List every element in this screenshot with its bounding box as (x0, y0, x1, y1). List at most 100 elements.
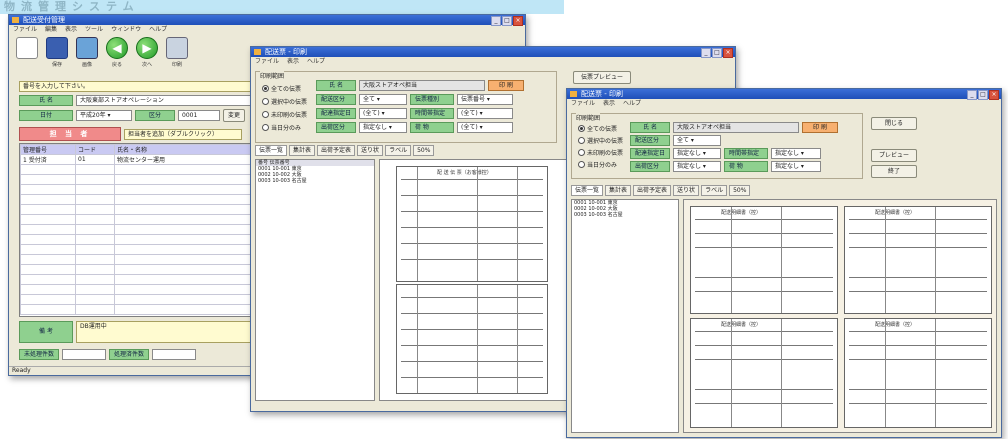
new-button[interactable]: 新規 (15, 37, 39, 69)
radio-all[interactable]: 全ての伝票 (578, 124, 623, 133)
main-window-titlebar[interactable]: 配送受付管理 _ □ × (9, 15, 525, 26)
w2-row2-select2[interactable]: 伝票番号 ▾ (457, 94, 513, 105)
table-row[interactable]: 1 受付済 01 物流センター運用 (20, 154, 252, 165)
table-row[interactable] (20, 284, 252, 295)
radio-today[interactable]: 当日分のみ (262, 123, 307, 132)
tab-schedule[interactable]: 出荷予定表 (633, 185, 672, 196)
menu-edit[interactable]: 編集 (45, 25, 57, 34)
w2-row2-select[interactable]: 全て ▾ (359, 94, 407, 105)
w3-close-button[interactable]: 閉じる (871, 117, 917, 130)
radio-selected[interactable]: 選択中の伝票 (578, 136, 623, 145)
menu-window[interactable]: ウィンドウ (111, 25, 141, 34)
zoom-select[interactable]: 50% (729, 185, 751, 196)
menu-file[interactable]: ファイル (255, 57, 279, 66)
print-window-1-titlebar[interactable]: 配送票 - 印刷 _ □ × (251, 47, 735, 58)
table-row[interactable] (20, 234, 252, 245)
radio-selected[interactable]: 選択中の伝票 (262, 97, 307, 106)
tab-invoice[interactable]: 送り状 (357, 145, 384, 156)
table-row[interactable] (20, 214, 252, 225)
back-button[interactable]: ◀ 戻る (105, 37, 129, 69)
w3-document-preview[interactable]: 配送明細書（控） 配送明細書（控） 配送明細書（控） 配送明細書（控） (683, 199, 997, 433)
table-row[interactable] (20, 204, 252, 215)
menu-view[interactable]: 表示 (603, 99, 615, 108)
menu-view[interactable]: 表示 (65, 25, 77, 34)
table-row[interactable] (20, 304, 252, 315)
table-row[interactable] (20, 294, 252, 305)
grid-header-code[interactable]: コード (75, 144, 115, 155)
w2-row3-select[interactable]: (全て) ▾ (359, 108, 407, 119)
table-row[interactable] (20, 224, 252, 235)
table-row[interactable] (20, 164, 252, 175)
menu-file[interactable]: ファイル (13, 25, 37, 34)
minimize-button[interactable]: _ (967, 90, 977, 100)
table-row[interactable] (20, 254, 252, 265)
table-row[interactable] (20, 264, 252, 275)
tab-label[interactable]: ラベル (385, 145, 412, 156)
w3-row3-select[interactable]: 指定なし ▾ (673, 148, 721, 159)
date-select[interactable]: 平成20年 ▾ (76, 110, 132, 121)
w3-row4-select[interactable]: 指定なし ▾ (673, 161, 721, 172)
radio-unprinted[interactable]: 未印刷の伝票 (578, 148, 623, 157)
menu-tools[interactable]: ツール (85, 25, 103, 34)
w3-row3-select2[interactable]: 指定なし ▾ (771, 148, 821, 159)
tab-list[interactable]: 伝票一覧 (255, 145, 288, 156)
list-item[interactable]: 0003 10-003 名古屋 (572, 212, 678, 218)
menu-help[interactable]: ヘルプ (149, 25, 167, 34)
w3-row2-select[interactable]: 全て ▾ (673, 135, 721, 146)
name-field[interactable]: 大阪東部ストアオペレーション (76, 95, 264, 106)
menu-help[interactable]: ヘルプ (307, 57, 325, 66)
table-row[interactable] (20, 184, 252, 195)
minimize-button[interactable]: _ (701, 48, 711, 58)
tab-summary[interactable]: 集計表 (289, 145, 316, 156)
w2-row3-select2[interactable]: (全て) ▾ (457, 108, 513, 119)
table-row[interactable] (20, 194, 252, 205)
maximize-button[interactable]: □ (978, 90, 988, 100)
grid-header-number[interactable]: 管理番号 (20, 144, 76, 155)
memo-field[interactable]: DB運用中 (76, 321, 254, 343)
w3-print-button[interactable]: 印 刷 (802, 122, 838, 133)
tab-label[interactable]: ラベル (701, 185, 728, 196)
w3-name-field[interactable]: 大阪ストアオペ担当 (673, 122, 799, 133)
print-window-2-titlebar[interactable]: 配送票 - 印刷 _ □ × (567, 89, 1001, 100)
w2-row4-select2[interactable]: (全て) ▾ (457, 122, 513, 133)
kind-field[interactable]: 0001 (178, 110, 220, 121)
tab-schedule[interactable]: 出荷予定表 (317, 145, 356, 156)
table-row[interactable] (20, 244, 252, 255)
maximize-button[interactable]: □ (502, 16, 512, 26)
print-button[interactable]: 印刷 (165, 37, 189, 69)
image-button[interactable]: 画像 (75, 37, 99, 69)
table-row[interactable] (20, 274, 252, 285)
w2-preview-button[interactable]: 伝票プレビュー (573, 71, 631, 84)
w3-list-pane[interactable]: 0001 10-001 東京 0002 10-002 大阪 0003 10-00… (571, 199, 679, 433)
w2-list-pane[interactable]: 番号 伝票番号 0001 10-001 東京 0002 10-002 大阪 00… (255, 159, 375, 401)
w3-exit-button[interactable]: 終了 (871, 165, 917, 178)
radio-all[interactable]: 全ての伝票 (262, 84, 307, 93)
grid-header-name[interactable]: 氏名・名称 (114, 144, 252, 155)
maximize-button[interactable]: □ (712, 48, 722, 58)
menu-view[interactable]: 表示 (287, 57, 299, 66)
radio-unprinted[interactable]: 未印刷の伝票 (262, 110, 307, 119)
count-field-processed[interactable] (152, 349, 197, 360)
count-field-unprocessed[interactable] (62, 349, 107, 360)
w2-name-field[interactable]: 大阪ストアオペ担当 (359, 80, 485, 91)
add-person-button[interactable]: 担当者を追加（ダブルクリック） (124, 128, 242, 140)
kind-change-button[interactable]: 変更 (223, 109, 246, 122)
tab-summary[interactable]: 集計表 (605, 185, 632, 196)
forward-button[interactable]: ▶ 次へ (135, 37, 159, 69)
close-button[interactable]: × (989, 90, 999, 100)
menu-help[interactable]: ヘルプ (623, 99, 641, 108)
person-grid[interactable]: 管理番号 コード 氏名・名称 1 受付済 01 物流センター運用 (19, 143, 253, 317)
tab-invoice[interactable]: 送り状 (673, 185, 700, 196)
close-button[interactable]: × (723, 48, 733, 58)
w2-print-button[interactable]: 印 刷 (488, 80, 524, 91)
menu-file[interactable]: ファイル (571, 99, 595, 108)
tab-list[interactable]: 伝票一覧 (571, 185, 604, 196)
minimize-button[interactable]: _ (491, 16, 501, 26)
list-item[interactable]: 0003 10-003 名古屋 (256, 178, 374, 184)
w2-row4-select[interactable]: 指定なし ▾ (359, 122, 407, 133)
close-button[interactable]: × (513, 16, 523, 26)
radio-today[interactable]: 当日分のみ (578, 160, 623, 169)
save-button[interactable]: 保存 (45, 37, 69, 69)
w3-preview-button[interactable]: プレビュー (871, 149, 917, 162)
w3-row4-select2[interactable]: 指定なし ▾ (771, 161, 821, 172)
